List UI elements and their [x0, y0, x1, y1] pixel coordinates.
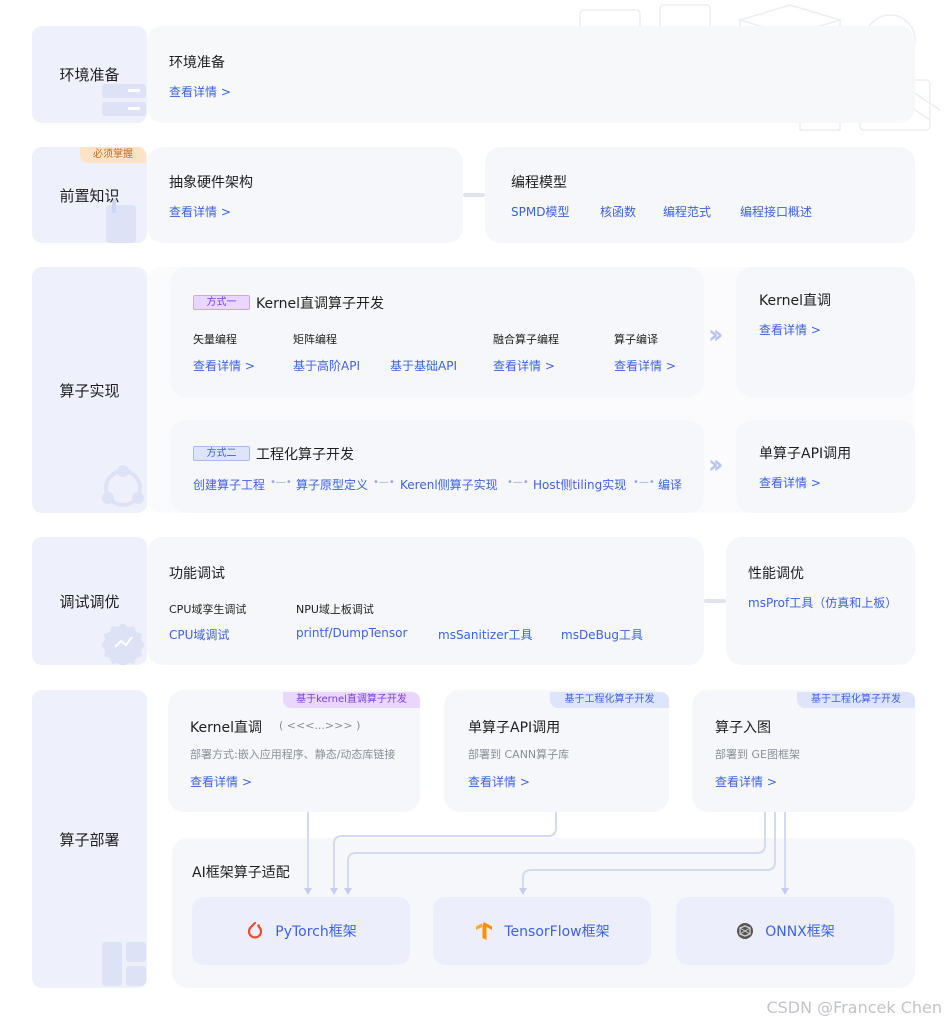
pytorch-card[interactable]: PyTorch框架 [192, 897, 410, 965]
section-label-text: 调试调优 [59, 592, 120, 611]
pytorch-label: PyTorch框架 [275, 924, 357, 940]
tensorflow-card[interactable]: TensorFlow框架 [433, 897, 651, 965]
book-icon [106, 199, 136, 243]
tensorflow-label: TensorFlow框架 [504, 924, 610, 940]
onnx-card[interactable]: ONNX框架 [676, 897, 894, 965]
tensorflow-icon [476, 922, 493, 940]
section-label-text: 算子部署 [59, 830, 120, 849]
pytorch-icon [248, 921, 263, 939]
gear-icon [101, 623, 145, 665]
grid-icon [102, 942, 146, 986]
section-label-text: 环境准备 [59, 66, 120, 84]
molecule-icon [102, 465, 144, 507]
server-icon [102, 84, 146, 116]
onnx-icon [737, 923, 754, 939]
section-label-text: 算子实现 [59, 381, 120, 400]
section-label-text: 前置知识 [59, 186, 120, 205]
onnx-label: ONNX框架 [765, 924, 835, 940]
watermark: CSDN @Francek Chen [766, 998, 942, 1017]
